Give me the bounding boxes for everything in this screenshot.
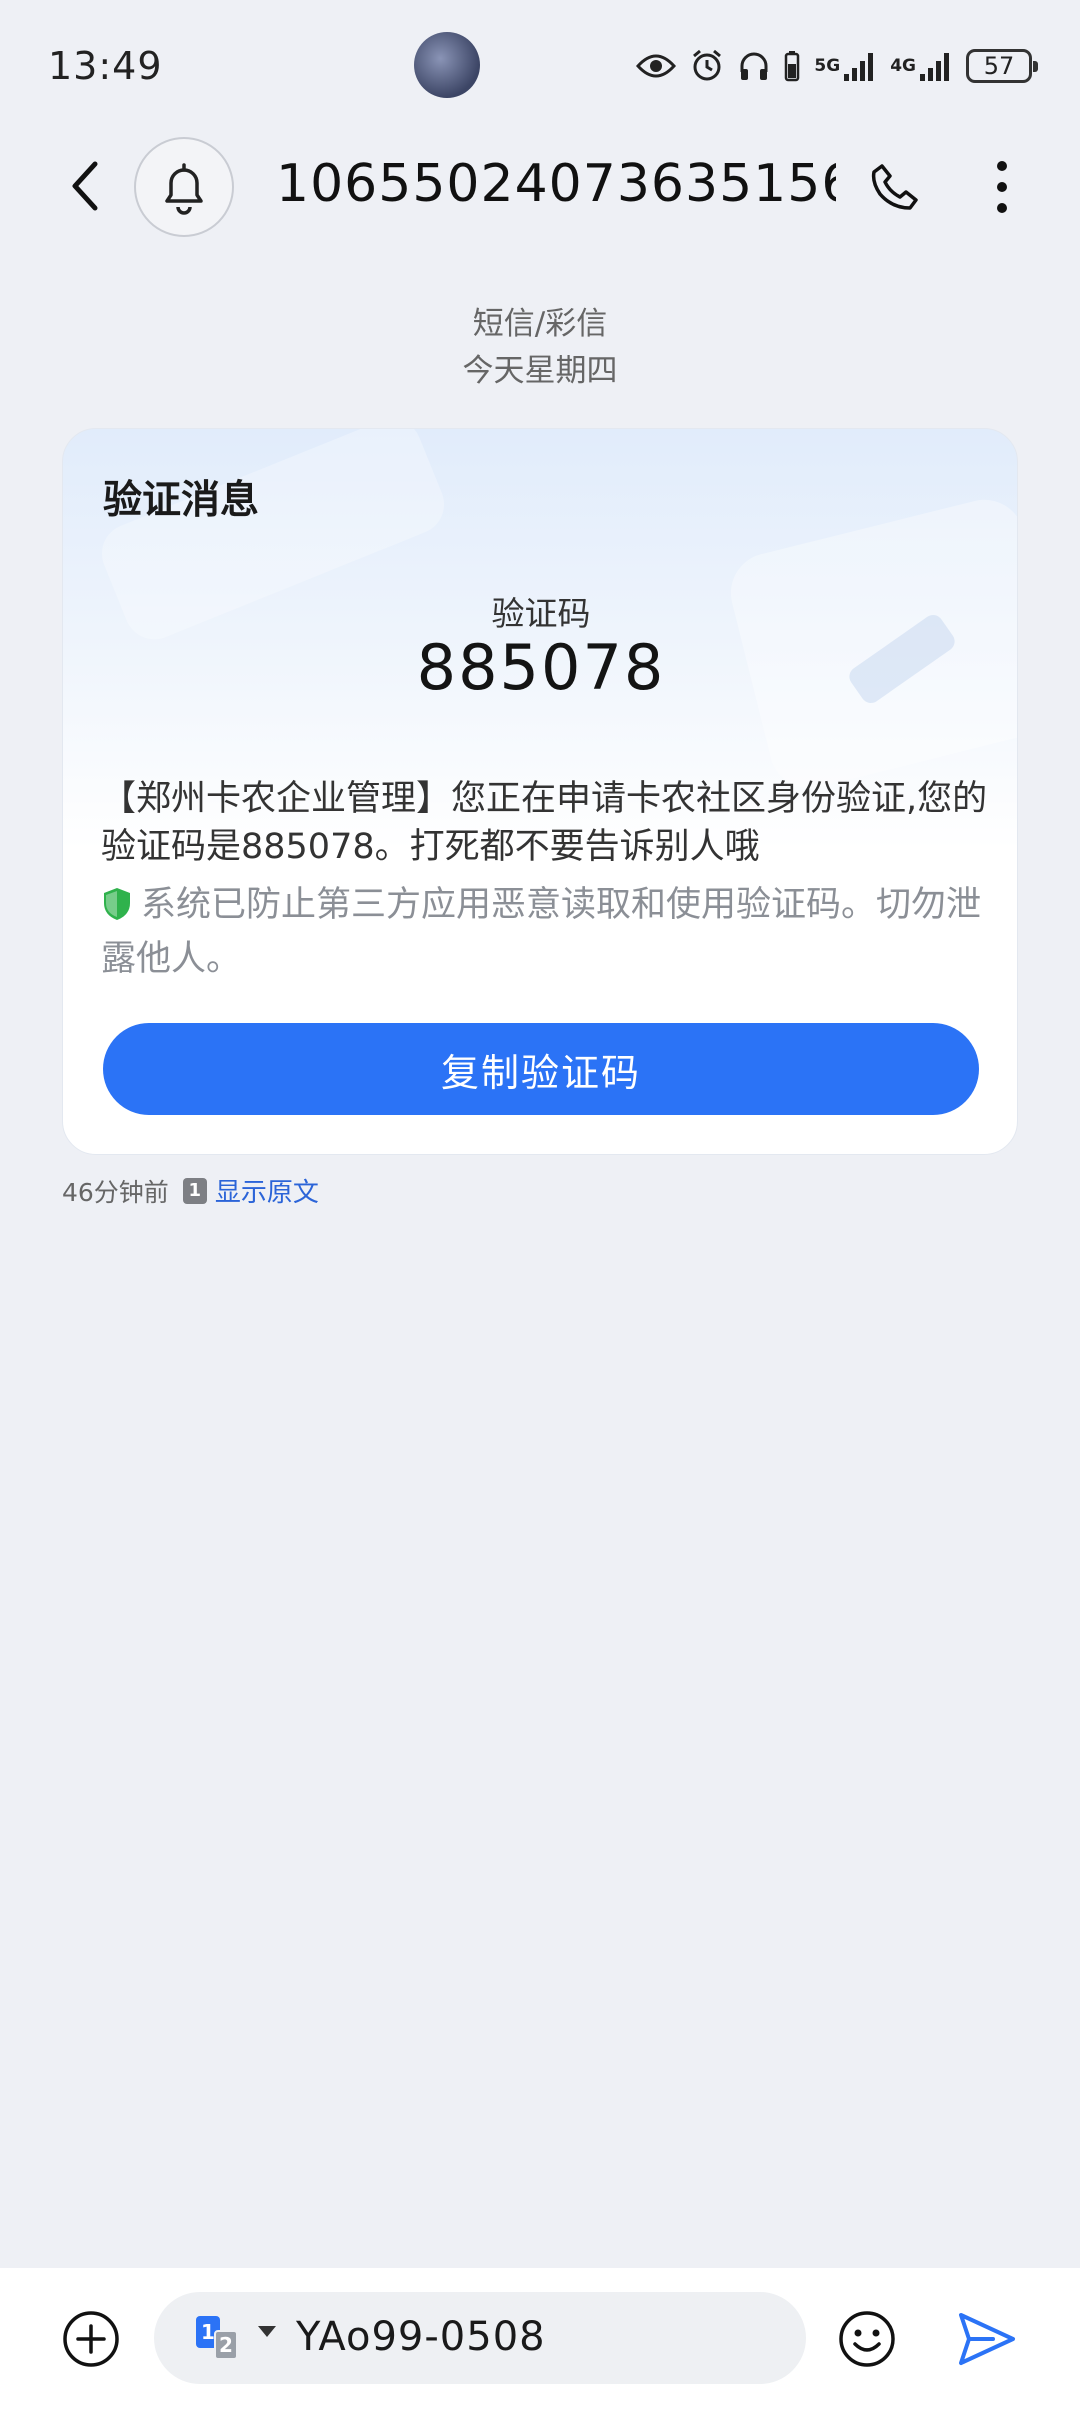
back-button[interactable] [54, 156, 114, 216]
call-button[interactable] [862, 154, 928, 220]
send-icon [959, 2313, 1015, 2365]
copy-code-button[interactable]: 复制验证码 [103, 1023, 979, 1115]
send-button[interactable] [954, 2306, 1020, 2372]
sim-badge: 1 [182, 1177, 207, 1204]
chevron-left-icon [72, 161, 98, 211]
status-icons: 5G 4G 57 [636, 46, 1038, 86]
security-note: 系统已防止第三方应用恶意读取和使用验证码。切勿泄露他人。 [101, 881, 1001, 983]
sim-2-icon: 2 [214, 2330, 238, 2360]
message-time: 46分钟前 [62, 1177, 169, 1207]
message-input-text: YAo99-0508 [296, 2314, 546, 2360]
verification-code-label: 验证码 [491, 594, 591, 633]
headphones-icon [738, 46, 770, 86]
shield-check-icon [101, 886, 133, 935]
bell-icon [165, 163, 203, 215]
signal-5g-icon: 5G [814, 46, 876, 86]
security-note-text: 系统已防止第三方应用恶意读取和使用验证码。切勿泄露他人。 [101, 885, 982, 979]
contact-avatar[interactable] [134, 137, 234, 237]
verification-code-value: 885078 [416, 631, 666, 704]
sim-switch[interactable]: 1 2 [196, 2316, 248, 2360]
plus-circle-icon [63, 2311, 119, 2367]
show-original-link[interactable]: 显示原文 [215, 1172, 319, 1209]
chevron-down-icon[interactable] [258, 2326, 276, 2337]
message-body: 【郑州卡农企业管理】您正在申请卡农社区身份验证,您的验证码是885078。打死都… [101, 779, 988, 867]
battery-saver-icon [784, 46, 800, 86]
verification-message-card[interactable]: 验证消息 验证码 885078 【郑州卡农企业管理】您正在申请卡农社区身份验证,… [62, 428, 1018, 1155]
emoji-button[interactable] [836, 2308, 898, 2370]
card-title: 验证消息 [103, 478, 260, 523]
messages-conversation-screen: 13:49 5G 4G 57 1065502407363515 短信/彩信 今天… [0, 0, 1080, 2412]
phone-icon [871, 164, 918, 210]
contact-number[interactable]: 10655024073635156... [276, 154, 836, 214]
attach-button[interactable] [60, 2308, 122, 2370]
thread-date-label: 今天星期四 [462, 353, 618, 389]
message-input[interactable]: 1 2 YAo99-0508 [154, 2292, 806, 2384]
more-vertical-icon [997, 161, 1007, 213]
alarm-icon [690, 46, 724, 86]
more-options-button[interactable] [972, 154, 1032, 220]
message-meta: 46分钟前 1 显示原文 [62, 1172, 319, 1209]
smiley-icon [839, 2311, 895, 2367]
status-notification-avatar [414, 32, 480, 98]
composer-bar: 1 2 YAo99-0508 [0, 2268, 1080, 2412]
conversation-header: 10655024073635156... [0, 132, 1080, 242]
status-time: 13:49 [48, 44, 163, 88]
battery-indicator: 57 [966, 49, 1038, 83]
status-bar: 13:49 5G 4G 57 [0, 0, 1080, 134]
eye-icon [636, 46, 677, 86]
thread-type-label: 短信/彩信 [472, 306, 608, 342]
signal-4g-icon: 4G [890, 46, 952, 86]
